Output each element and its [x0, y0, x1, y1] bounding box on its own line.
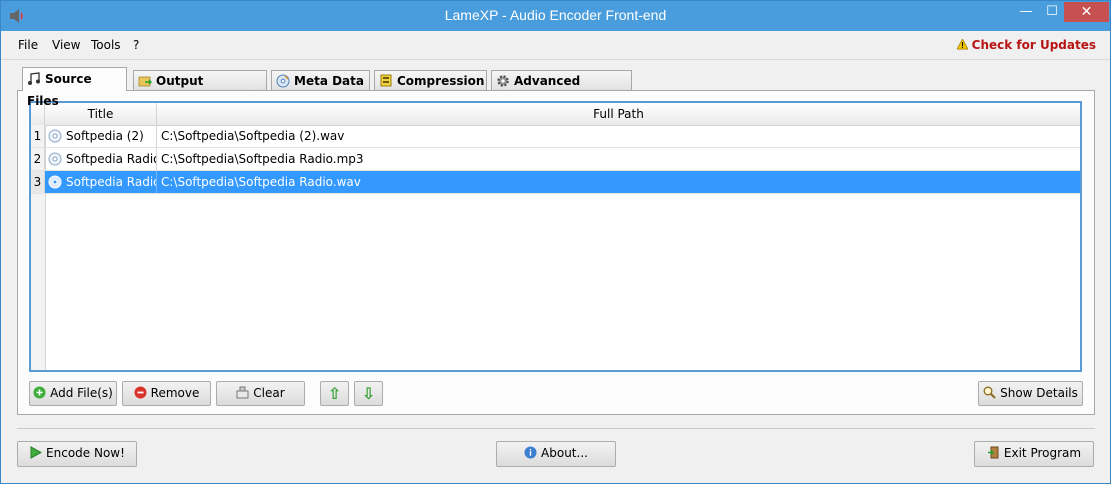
- window-title: LameXP - Audio Encoder Front-end: [444, 7, 667, 23]
- add-files-label: Add File(s): [50, 386, 113, 400]
- audio-file-icon: [48, 175, 62, 189]
- table-row[interactable]: 1 Softpedia (2) C:\Softpedia\Softpedia (…: [31, 125, 1080, 148]
- compress-icon: [380, 74, 392, 87]
- move-down-button[interactable]: ⇩: [354, 381, 383, 406]
- close-button[interactable]: ✕: [1064, 2, 1109, 22]
- path-cell: C:\Softpedia\Softpedia (2).wav: [161, 129, 345, 143]
- show-details-label: Show Details: [1000, 386, 1078, 400]
- table-row-selected[interactable]: 3 Softpedia Radio C:\Softpedia\Softpedia…: [31, 171, 1080, 194]
- menu-file[interactable]: File: [18, 38, 38, 52]
- clear-label: Clear: [253, 386, 285, 400]
- audio-file-icon: [48, 129, 62, 143]
- arrow-up-icon: ⇧: [327, 384, 342, 403]
- menu-help[interactable]: ?: [133, 38, 139, 52]
- title-text: Softpedia (2): [66, 129, 144, 143]
- minimize-button[interactable]: —: [1013, 2, 1039, 22]
- maximize-button[interactable]: ☐: [1039, 2, 1065, 22]
- title-text: Softpedia Radio: [66, 152, 157, 166]
- exit-door-icon: [987, 446, 999, 459]
- audio-file-icon: [48, 152, 62, 166]
- remove-button[interactable]: Remove: [122, 381, 211, 406]
- tab-meta-data[interactable]: Meta Data: [271, 70, 370, 90]
- minus-circle-icon: [134, 386, 147, 399]
- row-number: 3: [31, 171, 45, 193]
- add-files-button[interactable]: Add File(s): [29, 381, 117, 406]
- clear-button[interactable]: Clear: [216, 381, 305, 406]
- remove-label: Remove: [150, 386, 200, 400]
- tab-compression-label: Compression: [397, 74, 485, 88]
- menu-view[interactable]: View: [52, 38, 80, 52]
- plus-circle-icon: [33, 386, 46, 399]
- exit-program-label: Exit Program: [1003, 446, 1082, 460]
- encode-now-label: Encode Now!: [46, 446, 125, 460]
- move-up-button[interactable]: ⇧: [320, 381, 349, 406]
- arrow-down-icon: ⇩: [361, 384, 376, 403]
- exit-program-button[interactable]: Exit Program: [974, 441, 1094, 467]
- gear-icon: [497, 75, 509, 87]
- music-note-icon: [28, 72, 40, 85]
- title-text: Softpedia Radio: [66, 175, 157, 189]
- path-cell: C:\Softpedia\Softpedia Radio.mp3: [161, 152, 364, 166]
- tab-output-directory[interactable]: Output Directory: [133, 70, 267, 108]
- column-title[interactable]: Title: [45, 103, 157, 125]
- folder-arrow-icon: [138, 76, 152, 87]
- check-updates-label: Check for Updates: [971, 38, 1096, 52]
- path-cell: C:\Softpedia\Softpedia Radio.wav: [161, 175, 361, 189]
- title-cell: Softpedia (2): [45, 125, 157, 147]
- play-icon: [30, 446, 43, 459]
- menu-tools[interactable]: Tools: [91, 38, 121, 52]
- tab-source-files[interactable]: Source Files: [22, 67, 127, 108]
- info-icon: [524, 446, 537, 459]
- title-bar: LameXP - Audio Encoder Front-end — ☐ ✕: [1, 1, 1110, 31]
- file-list-table[interactable]: Title Full Path 1 Softpedia (2) C:\Softp…: [29, 101, 1082, 372]
- title-cell: Softpedia Radio: [45, 171, 157, 193]
- cd-icon: [276, 74, 290, 88]
- tab-compression[interactable]: Compression: [374, 70, 487, 90]
- warning-icon: [956, 39, 968, 50]
- table-row[interactable]: 2 Softpedia Radio C:\Softpedia\Softpedia…: [31, 148, 1080, 171]
- magnifier-icon: [983, 386, 996, 399]
- tab-advanced-options[interactable]: Advanced Options: [491, 70, 632, 108]
- menu-bar: File View Tools ? Check for Updates: [1, 31, 1110, 60]
- divider: [17, 428, 1095, 429]
- row-number: 1: [31, 125, 45, 147]
- column-full-path[interactable]: Full Path: [157, 103, 1080, 125]
- encode-now-button[interactable]: Encode Now!: [17, 441, 137, 467]
- eraser-icon: [236, 386, 249, 399]
- tab-meta-data-label: Meta Data: [294, 74, 364, 88]
- about-button[interactable]: About...: [496, 441, 616, 467]
- check-updates-link[interactable]: Check for Updates: [956, 38, 1096, 52]
- table-header: Title Full Path: [31, 103, 1080, 126]
- show-details-button[interactable]: Show Details: [978, 381, 1083, 406]
- about-label: About...: [541, 446, 588, 460]
- title-cell: Softpedia Radio: [45, 148, 157, 170]
- row-number: 2: [31, 148, 45, 170]
